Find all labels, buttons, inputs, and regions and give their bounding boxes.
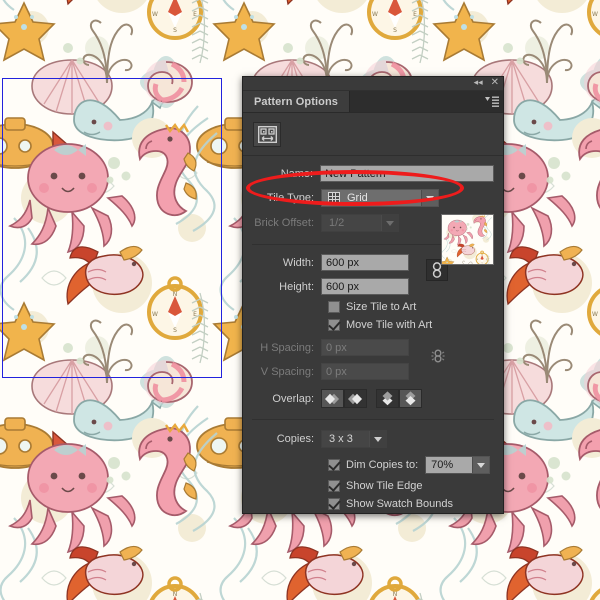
copies-row: Copies: 3 x 3 bbox=[243, 430, 503, 448]
copies-label: Copies: bbox=[276, 433, 314, 445]
move-tile-with-art-label: Move Tile with Art bbox=[346, 319, 433, 331]
overlap-vertical-group bbox=[376, 389, 422, 408]
height-label: Height: bbox=[279, 280, 314, 293]
brick-offset-dropdown: 1/2 bbox=[321, 214, 399, 232]
v-spacing-label: V Spacing: bbox=[260, 365, 314, 378]
overlap-right-in-front-button[interactable] bbox=[344, 389, 367, 408]
chevron-down-icon[interactable] bbox=[421, 190, 438, 206]
show-swatch-bounds-checkbox[interactable] bbox=[328, 498, 340, 510]
v-spacing-input[interactable]: 0 px bbox=[321, 363, 409, 380]
overlap-label: Overlap: bbox=[272, 392, 314, 405]
move-tile-with-art-checkbox[interactable] bbox=[328, 319, 340, 331]
copies-value: 3 x 3 bbox=[329, 433, 353, 445]
spacing-group: H Spacing: 0 px V Spacing: 0 px bbox=[243, 331, 503, 380]
divider-bottom bbox=[252, 419, 494, 420]
size-tile-to-art-label: Size Tile to Art bbox=[346, 301, 417, 313]
name-label: Name: bbox=[280, 167, 314, 180]
dim-copies-row[interactable]: Dim Copies to: 70% bbox=[243, 456, 503, 474]
tile-type-dropdown[interactable]: Grid bbox=[321, 189, 439, 207]
overlap-right-in-front-icon bbox=[348, 393, 362, 404]
overlap-bottom-in-front-icon bbox=[405, 391, 416, 406]
copies-dropdown[interactable]: 3 x 3 bbox=[321, 430, 387, 448]
chevron-down-icon[interactable] bbox=[472, 457, 490, 473]
brick-offset-label: Brick Offset: bbox=[254, 217, 314, 229]
brick-offset-value: 1/2 bbox=[329, 217, 345, 229]
dim-copies-label: Dim Copies to: bbox=[346, 459, 419, 471]
panel-menu-icon[interactable] bbox=[481, 91, 503, 112]
h-spacing-input[interactable]: 0 px bbox=[321, 339, 409, 356]
overlap-top-in-front-button[interactable] bbox=[376, 389, 399, 408]
panel-tab-row: Pattern Options bbox=[243, 91, 503, 113]
overlap-left-in-front-button[interactable] bbox=[321, 389, 344, 408]
show-tile-edge-label: Show Tile Edge bbox=[346, 480, 423, 492]
link-spacing-button[interactable] bbox=[428, 346, 448, 366]
spacing-chain-link-icon bbox=[431, 349, 445, 363]
pattern-options-panel[interactable]: ◂◂ ✕ Pattern Options Name: New Pattern T… bbox=[242, 76, 504, 514]
overlap-horizontal-group bbox=[321, 389, 367, 408]
pattern-tile-tool-icon bbox=[257, 126, 277, 143]
h-spacing-row: H Spacing: 0 px bbox=[243, 339, 418, 356]
tab-gap bbox=[350, 91, 481, 112]
name-input[interactable]: New Pattern bbox=[320, 165, 494, 182]
close-icon[interactable]: ✕ bbox=[491, 78, 499, 88]
overlap-left-in-front-icon bbox=[325, 393, 339, 404]
h-spacing-label: H Spacing: bbox=[260, 341, 314, 354]
chevron-down-icon bbox=[381, 215, 398, 231]
overlap-row: Overlap: bbox=[243, 389, 503, 408]
dim-copies-dropdown[interactable]: 70% bbox=[425, 456, 491, 474]
height-input[interactable]: 600 px bbox=[321, 278, 409, 295]
tile-type-value: Grid bbox=[347, 192, 368, 204]
panel-body: Name: New Pattern Tile Type: Grid Brick … bbox=[243, 113, 503, 512]
pattern-preview-thumbnail bbox=[435, 204, 494, 296]
overlap-top-in-front-icon bbox=[382, 391, 393, 406]
tab-label: Pattern Options bbox=[254, 95, 339, 108]
show-tile-edge-checkbox[interactable] bbox=[328, 480, 340, 492]
tile-type-label: Tile Type: bbox=[266, 192, 314, 204]
tile-type-row: Tile Type: Grid bbox=[243, 189, 503, 207]
overlap-bottom-in-front-button[interactable] bbox=[399, 389, 422, 408]
height-row: Height: 600 px bbox=[243, 278, 418, 295]
width-input[interactable]: 600 px bbox=[321, 254, 409, 271]
panel-toolbar bbox=[243, 113, 503, 156]
show-swatch-bounds-row[interactable]: Show Swatch Bounds bbox=[243, 498, 503, 510]
width-label: Width: bbox=[282, 256, 314, 269]
screenshot-root: N S W E bbox=[0, 0, 600, 600]
tab-pattern-options[interactable]: Pattern Options bbox=[243, 91, 351, 112]
grid-icon bbox=[328, 192, 340, 204]
size-tile-to-art-checkbox[interactable] bbox=[328, 301, 340, 313]
width-row: Width: 600 px bbox=[243, 254, 418, 271]
chevron-down-icon[interactable] bbox=[369, 431, 386, 447]
show-tile-edge-row[interactable]: Show Tile Edge bbox=[243, 480, 503, 492]
pattern-tile-tool-button[interactable] bbox=[253, 122, 281, 147]
size-tile-to-art-row[interactable]: Size Tile to Art bbox=[243, 301, 503, 313]
v-spacing-row: V Spacing: 0 px bbox=[243, 363, 418, 380]
collapse-double-arrow-icon[interactable]: ◂◂ bbox=[474, 78, 483, 88]
name-row: Name: New Pattern bbox=[243, 165, 503, 182]
panel-titlebar: ◂◂ ✕ bbox=[243, 77, 503, 91]
dim-copies-value: 70% bbox=[431, 459, 454, 471]
dim-copies-checkbox[interactable] bbox=[328, 459, 340, 471]
move-tile-with-art-row[interactable]: Move Tile with Art bbox=[243, 319, 503, 331]
show-swatch-bounds-label: Show Swatch Bounds bbox=[346, 498, 454, 510]
